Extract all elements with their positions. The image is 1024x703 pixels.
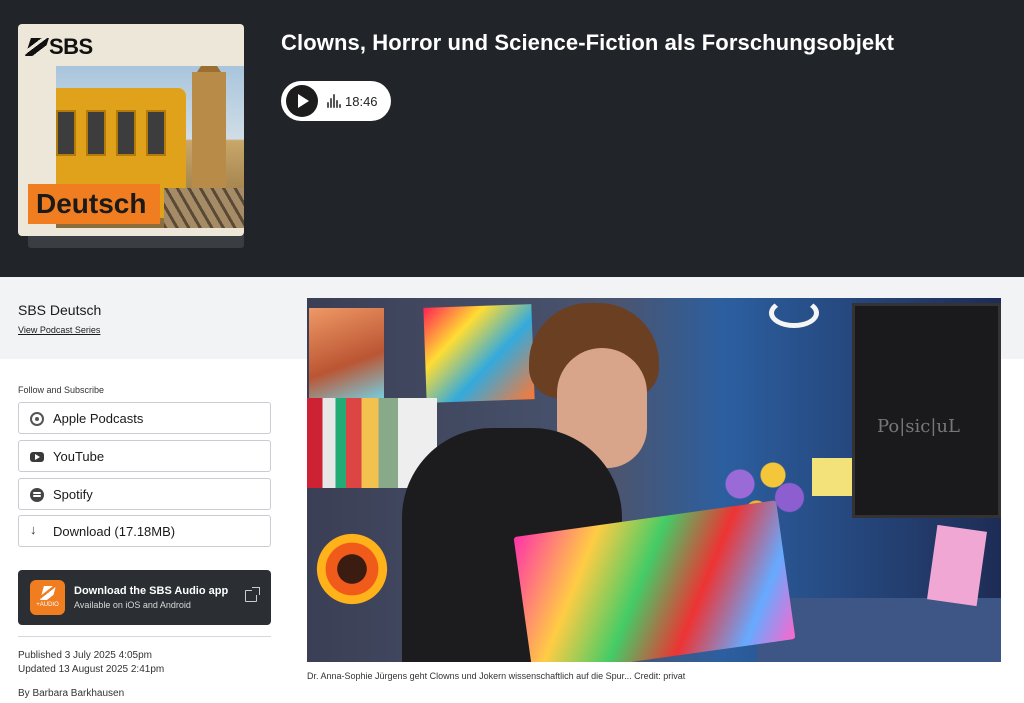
- youtube-icon: [30, 452, 44, 462]
- podcast-icon: [30, 412, 44, 426]
- apple-podcasts-label: Apple Podcasts: [53, 411, 144, 426]
- spotify-icon: [30, 488, 44, 502]
- spotify-label: Spotify: [53, 487, 93, 502]
- monitor: Po|sic|uL: [852, 303, 1001, 518]
- follow-subscribe-heading: Follow and Subscribe: [18, 385, 105, 395]
- play-button[interactable]: [286, 85, 318, 117]
- podcast-cover[interactable]: SBS Deutsch: [18, 24, 244, 248]
- app-icon-text: +AUDIO: [36, 602, 59, 608]
- ring-light: [769, 298, 819, 328]
- rails: [164, 188, 244, 228]
- waveform-icon: [327, 94, 341, 108]
- series-name: SBS Deutsch: [18, 302, 102, 318]
- sbs-logo: SBS: [25, 34, 93, 60]
- comic-poster: [423, 304, 535, 403]
- sbs-audio-app-banner[interactable]: +AUDIO Download the SBS Audio app Availa…: [18, 570, 271, 625]
- download-icon: ↓: [30, 522, 37, 537]
- view-podcast-series-link[interactable]: View Podcast Series: [18, 325, 100, 335]
- updated-date: Updated 13 August 2025 2:41pm: [18, 664, 165, 675]
- published-date: Published 3 July 2025 4:05pm: [18, 650, 152, 661]
- youtube-label: YouTube: [53, 449, 105, 464]
- bridge-tower: [192, 66, 226, 192]
- audio-player: 18:46: [281, 81, 391, 121]
- cover-art: SBS Deutsch: [18, 24, 244, 236]
- episode-title: Clowns, Horror und Science-Fiction als F…: [281, 30, 895, 55]
- play-icon: [298, 94, 309, 108]
- download-label: Download (17.18MB): [53, 524, 176, 539]
- youtube-button[interactable]: YouTube: [18, 440, 271, 472]
- spotify-button[interactable]: Spotify: [18, 478, 271, 510]
- download-button[interactable]: ↓ Download (17.18MB): [18, 515, 271, 547]
- sbs-audio-app-icon: +AUDIO: [30, 580, 65, 615]
- episode-header: SBS Deutsch Clowns, Horror und Science-F…: [0, 0, 1024, 277]
- sbs-logo-icon: [25, 38, 49, 56]
- apple-podcasts-button[interactable]: Apple Podcasts: [18, 402, 271, 434]
- author-byline: By Barbara Barkhausen: [18, 688, 125, 699]
- app-banner-subtitle: Available on iOS and Android: [74, 600, 191, 610]
- cover-language-label: Deutsch: [28, 184, 160, 224]
- app-banner-title: Download the SBS Audio app: [74, 585, 229, 597]
- sticky-note: [812, 458, 852, 496]
- external-link-icon: [245, 587, 260, 602]
- monitor-text: Po|sic|uL: [877, 416, 960, 437]
- episode-photo: Po|sic|uL: [307, 298, 1001, 662]
- sbs-logo-text: SBS: [49, 34, 93, 59]
- pink-note: [927, 524, 987, 607]
- wall-poster: [309, 308, 384, 398]
- divider: [18, 636, 271, 637]
- sun-poster: [311, 528, 393, 610]
- episode-duration: 18:46: [345, 94, 378, 109]
- photo-caption: Dr. Anna-Sophie Jürgens geht Clowns und …: [307, 671, 686, 681]
